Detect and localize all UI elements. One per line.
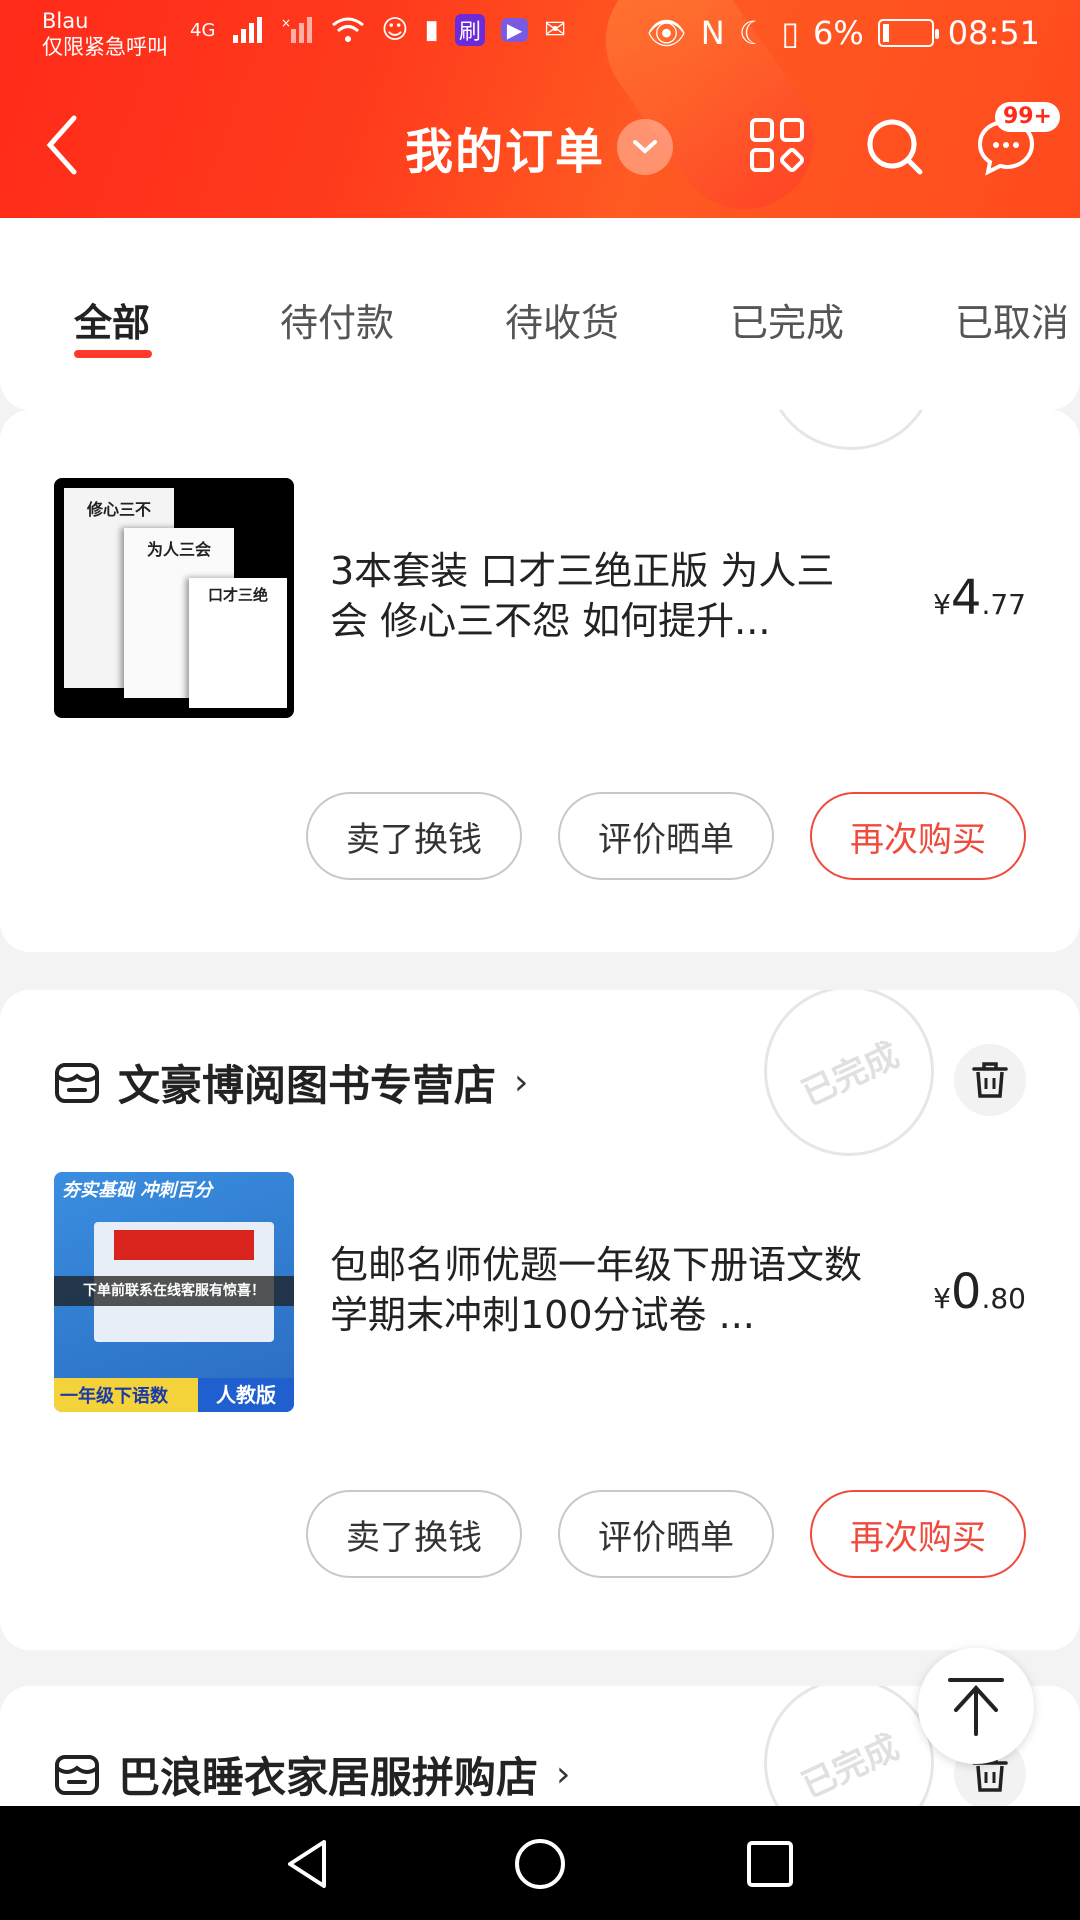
mail-icon: ✉ xyxy=(544,15,567,45)
clock: 08:51 xyxy=(947,14,1040,52)
nav-back-icon[interactable] xyxy=(278,1834,338,1894)
thumb-headline: 夯实基础 冲刺百分 xyxy=(62,1180,213,1201)
price-decimal: .80 xyxy=(981,1282,1026,1315)
network-4g-icon: 4G xyxy=(190,19,216,41)
review-button[interactable]: 评价晒单 xyxy=(558,792,774,880)
sell-button[interactable]: 卖了换钱 xyxy=(306,792,522,880)
signal-off-icon: × xyxy=(281,16,313,43)
grid-menu-icon[interactable] xyxy=(746,114,810,178)
tab-completed[interactable]: 已完成 xyxy=(730,292,844,347)
product-price: ¥0.80 xyxy=(933,1264,1026,1320)
delete-order-button[interactable] xyxy=(954,1044,1026,1116)
carrier-info: Blau 仅限紧急呼叫 xyxy=(42,8,168,60)
product-thumbnail[interactable]: 夯实基础 冲刺百分 下单前联系在线客服有惊喜！ 一年级下语数 人教版 xyxy=(54,1172,294,1412)
product-title[interactable]: 包邮名师优题一年级下册语文数学期末冲刺100分试卷 ... xyxy=(330,1240,870,1340)
arrow-up-icon xyxy=(948,1678,1004,1736)
trash-icon xyxy=(972,1062,1008,1098)
nav-recents-icon[interactable] xyxy=(740,1834,800,1894)
status-bar: Blau 仅限紧急呼叫 4G × ☺ ▮ 刷 ▶ ✉ 👁 N ☾ ▯ 6% 08… xyxy=(0,0,1080,78)
emergency-text: 仅限紧急呼叫 xyxy=(42,35,168,59)
tab-cancelled[interactable]: 已取消 xyxy=(955,292,1069,347)
screen: Blau 仅限紧急呼叫 4G × ☺ ▮ 刷 ▶ ✉ 👁 N ☾ ▯ 6% 08… xyxy=(0,0,1080,1920)
stamp-text: 已完成 xyxy=(795,1726,906,1806)
wifi-icon xyxy=(332,17,365,42)
product-title[interactable]: 3本套装 口才三绝正版 为人三会 修心三不怨 如何提升... xyxy=(330,546,870,646)
nav-bar: 我的订单 99+ xyxy=(0,100,1080,190)
buy-again-button[interactable]: 再次购买 xyxy=(810,792,1026,880)
signal-icon xyxy=(233,17,263,43)
stamp-text: 已完成 xyxy=(795,1034,906,1114)
sell-button[interactable]: 卖了换钱 xyxy=(306,1490,522,1578)
svg-text:×: × xyxy=(281,16,291,30)
system-nav-bar xyxy=(0,1806,1080,1920)
book-cover-3: 口才三绝 xyxy=(189,578,287,708)
order-tabs: 全部 待付款 待收货 已完成 已取消 xyxy=(0,218,1080,410)
moon-icon: ☾ xyxy=(738,14,768,52)
tab-pending-payment[interactable]: 待付款 xyxy=(280,292,394,347)
currency-symbol: ¥ xyxy=(933,1282,951,1315)
status-icons-right: 👁 N ☾ ▯ 6% 08:51 xyxy=(646,14,1040,52)
price-decimal: .77 xyxy=(981,588,1026,621)
message-button[interactable]: 99+ xyxy=(974,102,1060,178)
store-icon xyxy=(55,1062,99,1103)
store-icon xyxy=(55,1754,99,1795)
shop-link[interactable]: 文豪博阅图书专营店 › xyxy=(54,1052,528,1113)
vibrate-icon: ▯ xyxy=(781,14,800,52)
nfc-icon: N xyxy=(700,14,725,52)
mascot-icon: ☺ xyxy=(381,15,409,45)
video-app-icon: ▶ xyxy=(500,18,529,42)
buy-again-button[interactable]: 再次购买 xyxy=(810,1490,1026,1578)
thumb-grade: 一年级下语数 xyxy=(60,1386,168,1407)
message-badge: 99+ xyxy=(994,102,1060,132)
status-icons-left: 4G × ☺ ▮ 刷 ▶ ✉ xyxy=(190,14,566,46)
order-card: 文豪博阅图书专营店 › 已完成 夯实基础 冲刺百分 下单前联系在线客服有惊喜！ … xyxy=(0,990,1080,1650)
completed-stamp xyxy=(766,410,936,450)
back-arrow-icon[interactable] xyxy=(40,110,84,180)
price-integer: 0 xyxy=(950,1264,982,1320)
shop-name: 文豪博阅图书专营店 xyxy=(118,1061,497,1110)
carrier-name: Blau xyxy=(42,9,89,33)
nav-home-icon[interactable] xyxy=(510,1834,570,1894)
price-integer: 4 xyxy=(950,570,982,626)
shop-link[interactable]: 巴浪睡衣家居服拼购店 › xyxy=(54,1744,570,1805)
active-tab-indicator xyxy=(74,350,152,358)
chevron-right-icon: › xyxy=(514,1062,529,1103)
battery-icon xyxy=(877,19,939,47)
thumb-edition: 人教版 xyxy=(198,1378,294,1412)
page-title: 我的订单 xyxy=(405,124,606,180)
tab-pending-receipt[interactable]: 待收货 xyxy=(505,292,619,347)
product-price: ¥4.77 xyxy=(933,570,1026,626)
chevron-down-icon xyxy=(617,119,674,175)
thumb-banner: 下单前联系在线客服有惊喜！ xyxy=(54,1276,294,1306)
tab-all[interactable]: 全部 xyxy=(74,292,150,347)
review-button[interactable]: 评价晒单 xyxy=(558,1490,774,1578)
battery-percent: 6% xyxy=(813,14,864,52)
order-card: 修心三不 为人三会 口才三绝 3本套装 口才三绝正版 为人三会 修心三不怨 如何… xyxy=(0,410,1080,952)
chevron-right-icon: › xyxy=(556,1754,571,1795)
product-thumbnail[interactable]: 修心三不 为人三会 口才三绝 xyxy=(54,478,294,718)
currency-symbol: ¥ xyxy=(933,588,951,621)
alert-icon: ▮ xyxy=(424,15,439,45)
eye-icon: 👁 xyxy=(646,14,687,52)
search-icon[interactable] xyxy=(862,114,926,178)
completed-stamp: 已完成 xyxy=(764,990,934,1156)
shua-app-icon: 刷 xyxy=(454,14,485,46)
title-group[interactable]: 我的订单 xyxy=(405,112,674,182)
shop-name: 巴浪睡衣家居服拼购店 xyxy=(118,1753,539,1802)
header: Blau 仅限紧急呼叫 4G × ☺ ▮ 刷 ▶ ✉ 👁 N ☾ ▯ 6% 08… xyxy=(0,0,1080,218)
back-to-top-button[interactable] xyxy=(918,1648,1034,1764)
